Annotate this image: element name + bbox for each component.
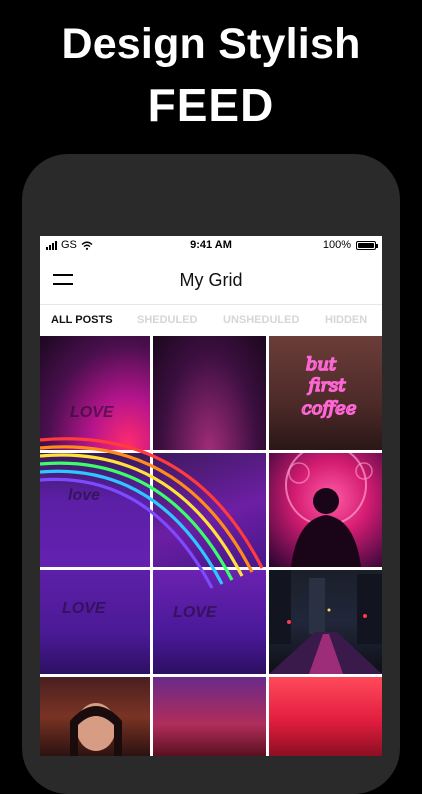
grid-photo[interactable]: LOVE — [153, 570, 266, 674]
silhouette-image — [285, 453, 373, 567]
promo-headline-emphasis: FEED — [147, 79, 275, 131]
grid-photo[interactable]: love — [40, 453, 150, 567]
status-bar: GS 9:41 AM 100% — [40, 236, 382, 254]
tab-unsheduled[interactable]: UNSHEDULED — [223, 314, 299, 326]
grid-photo[interactable] — [269, 453, 382, 567]
grid-photo[interactable] — [153, 677, 266, 756]
city-street-image — [269, 570, 382, 674]
tab-all-posts[interactable]: ALL POSTS — [51, 314, 113, 326]
navigation-bar: My Grid — [40, 258, 382, 305]
grid-photo[interactable] — [153, 453, 266, 567]
grid-photo[interactable] — [269, 570, 382, 674]
tab-hidden[interactable]: HIDDEN — [325, 314, 367, 326]
svg-text:first: first — [306, 375, 346, 396]
photo-grid: LOVE but first coffee love LOVE LOVE — [40, 336, 382, 756]
grid-photo[interactable]: LOVE — [40, 336, 150, 450]
page-title: My Grid — [179, 270, 243, 290]
grid-photo[interactable]: LOVE — [40, 570, 150, 674]
neon-sign-image: but first coffee — [301, 353, 358, 420]
tab-sheduled[interactable]: SHEDULED — [137, 314, 198, 326]
filter-tabs: ALL POSTS SHEDULED UNSHEDULED HIDDEN — [40, 312, 382, 328]
battery-icon — [356, 240, 378, 250]
grid-photo[interactable] — [40, 677, 150, 756]
svg-text:coffee: coffee — [302, 398, 357, 419]
portrait-image — [70, 703, 122, 756]
app-screen: GS 9:41 AM 100% My Grid ALL POSTS SHEDUL… — [40, 236, 382, 756]
grid-photo[interactable] — [269, 677, 382, 756]
grid-photo[interactable] — [153, 336, 266, 450]
promo-headline: Design Stylish — [61, 20, 361, 68]
grid-photo[interactable]: but first coffee — [269, 336, 382, 450]
battery-percent: 100% — [322, 239, 351, 251]
svg-text:but: but — [306, 354, 337, 375]
